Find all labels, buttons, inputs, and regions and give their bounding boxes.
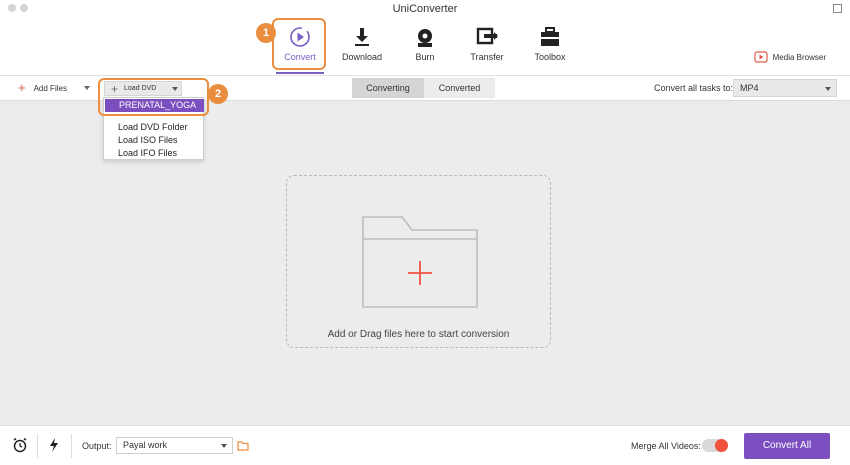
tab-download-label: Download: [341, 52, 383, 62]
output-folder-select[interactable]: Payal work: [116, 437, 233, 454]
media-browser-button[interactable]: Media Browser: [754, 50, 826, 64]
plus-icon: +: [18, 80, 26, 95]
add-files-label: Add Files: [33, 83, 67, 93]
folder-icon[interactable]: [237, 440, 250, 451]
toolbox-icon: [541, 27, 559, 46]
main-toolbar: Convert Download Burn Transfer Toolbox 1…: [0, 18, 850, 76]
output-label: Output:: [82, 441, 112, 451]
media-browser-label: Media Browser: [772, 52, 826, 62]
step-badge-1: 1: [256, 23, 276, 43]
step-badge-2: 2: [208, 84, 228, 104]
convert-all-button[interactable]: Convert All: [744, 433, 830, 459]
chevron-down-icon: [825, 87, 831, 91]
footer-bar: Output: Payal work Merge All Videos: Con…: [0, 425, 850, 465]
tab-converting[interactable]: Converting: [352, 78, 424, 98]
toggle-knob: [715, 439, 728, 452]
load-dvd-highlight: [98, 78, 209, 116]
burn-icon: [418, 29, 432, 47]
tab-toolbox[interactable]: Toolbox: [520, 18, 580, 76]
divider: [37, 434, 38, 458]
add-files-button[interactable]: + Add Files: [18, 80, 90, 95]
menu-item-load-ifo-files[interactable]: Load IFO Files: [118, 148, 177, 158]
output-folder-value: Payal work: [123, 440, 168, 450]
convert-all-tasks-label: Convert all tasks to:: [654, 83, 734, 93]
merge-all-videos-label: Merge All Videos:: [631, 441, 701, 451]
active-tab-indicator: [276, 72, 324, 74]
output-format-value: MP4: [740, 83, 759, 93]
title-bar: UniConverter: [0, 0, 850, 18]
tab-transfer-label: Transfer: [470, 52, 504, 62]
window-minimize-button[interactable]: [20, 4, 28, 12]
output-format-select[interactable]: MP4: [733, 79, 837, 97]
add-folder-icon: [362, 216, 478, 308]
tab-converted[interactable]: Converted: [424, 78, 495, 98]
alarm-clock-icon[interactable]: [12, 437, 28, 453]
tab-toolbox-label: Toolbox: [534, 52, 566, 62]
menu-item-load-iso-files[interactable]: Load ISO Files: [118, 135, 178, 145]
transfer-icon: [476, 27, 498, 45]
convert-tab-highlight: [272, 18, 326, 70]
app-title: UniConverter: [392, 3, 458, 15]
menu-item-load-dvd-folder[interactable]: Load DVD Folder: [118, 122, 188, 132]
window-close-button[interactable]: [8, 4, 16, 12]
lightning-icon[interactable]: [48, 437, 60, 453]
tab-burn[interactable]: Burn: [395, 18, 455, 76]
chevron-down-icon: [221, 444, 227, 448]
divider: [71, 434, 72, 458]
add-files-dropdown-arrow[interactable]: [84, 86, 90, 90]
file-drop-zone[interactable]: Add or Drag files here to start conversi…: [286, 175, 551, 348]
merge-all-videos-toggle[interactable]: [702, 439, 728, 452]
drop-zone-text: Add or Drag files here to start conversi…: [327, 329, 510, 340]
tab-download[interactable]: Download: [332, 18, 392, 76]
window-restore-button[interactable]: [833, 4, 842, 13]
media-browser-icon: [754, 51, 768, 63]
tab-transfer[interactable]: Transfer: [457, 18, 517, 76]
download-icon: [355, 28, 369, 46]
tab-burn-label: Burn: [415, 52, 435, 62]
